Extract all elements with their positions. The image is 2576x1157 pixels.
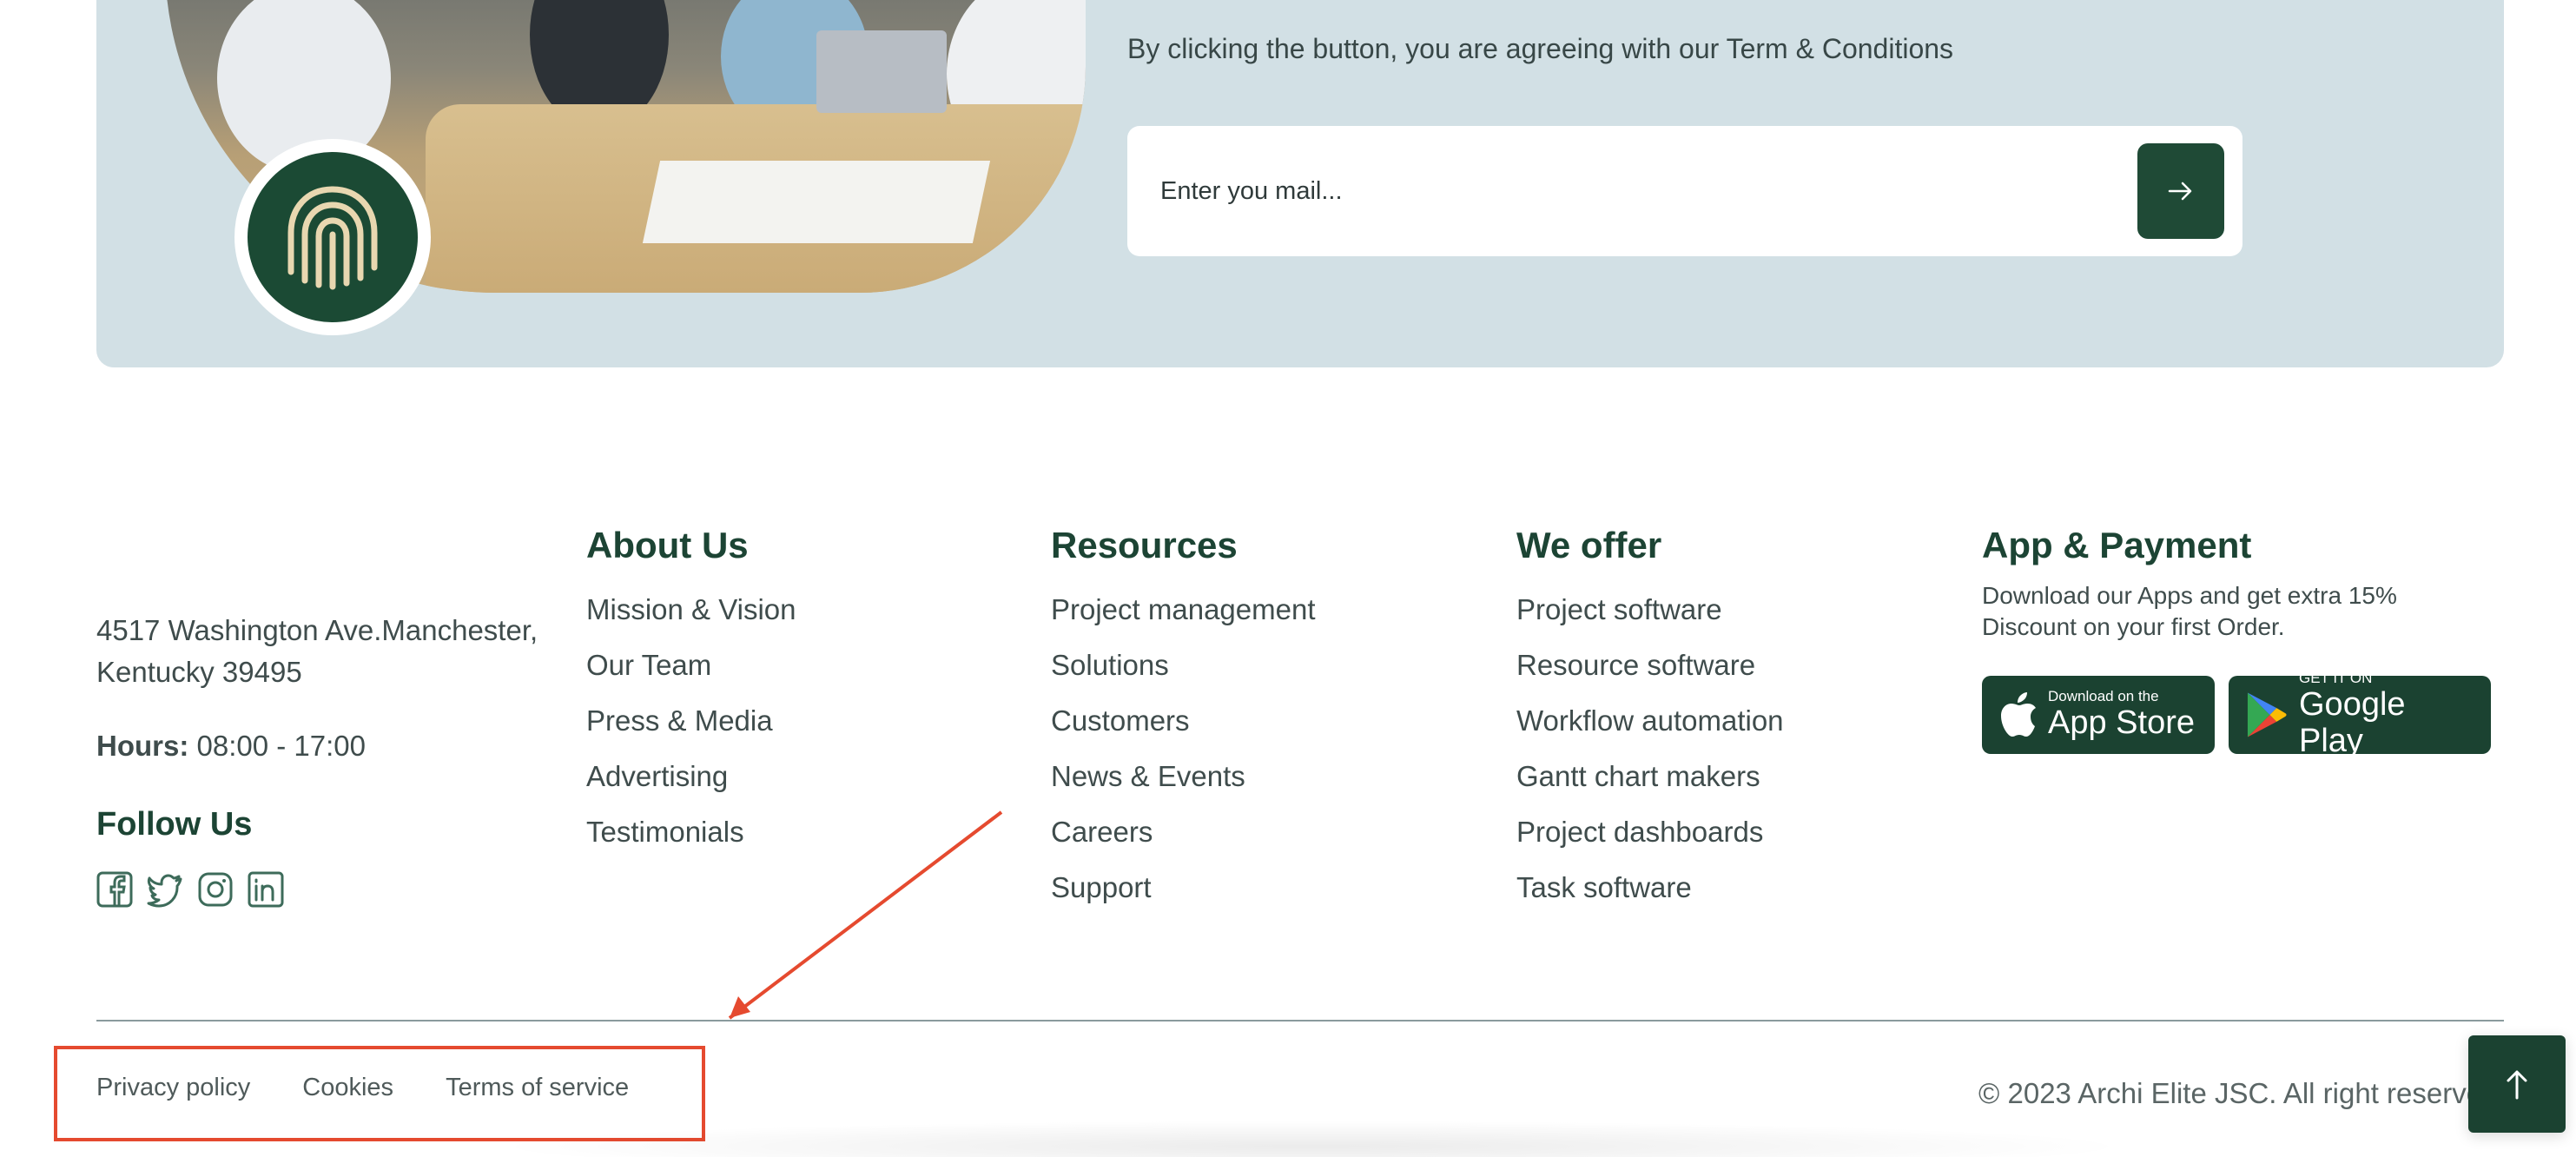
follow-us-title: Follow Us (96, 806, 253, 843)
bottom-shadow (486, 1121, 2137, 1157)
annotation-arrow (728, 810, 1003, 1020)
scroll-to-top-button[interactable] (2468, 1035, 2566, 1133)
facebook-icon[interactable] (96, 871, 133, 908)
footer-brand-area (96, 547, 235, 582)
paper-sheet-shape (642, 161, 991, 243)
footer-column-app: App & Payment Download our Apps and get … (1982, 525, 2491, 759)
footer-link[interactable]: Solutions (1051, 638, 1316, 693)
column-title: We offer (1516, 525, 1662, 565)
brand-logo-badge (234, 139, 431, 335)
footer-link[interactable]: Press & Media (586, 693, 796, 749)
footer-link[interactable]: Resource software (1516, 638, 1784, 693)
hours-label: Hours: (96, 730, 189, 762)
footer-link[interactable]: Careers (1051, 804, 1316, 860)
appstore-big-text: App Store (2048, 704, 2195, 741)
footer-link[interactable]: Customers (1051, 693, 1316, 749)
footer-column-offer: We offer Project software Resource softw… (1516, 525, 1784, 916)
column-title: Resources (1051, 525, 1238, 565)
store-buttons: Download on the App Store GET IT ON Goog… (1982, 671, 2491, 759)
address: 4517 Washington Ave.Manchester, Kentucky… (96, 610, 565, 693)
arrow-up-icon (2507, 1070, 2527, 1100)
fingerprint-logo-icon (248, 152, 418, 322)
arrow-right-icon (2168, 182, 2192, 201)
email-input[interactable] (1160, 161, 2098, 221)
footer-link[interactable]: Workflow automation (1516, 693, 1784, 749)
apple-icon (2001, 692, 2036, 737)
footer-link[interactable]: Project software (1516, 582, 1784, 638)
footer-column-resources: Resources Project management Solutions C… (1051, 525, 1316, 916)
twitter-icon[interactable] (147, 871, 183, 908)
app-store-button[interactable]: Download on the App Store (1982, 676, 2215, 754)
footer-link[interactable]: Support (1051, 860, 1316, 916)
business-hours: Hours: 08:00 - 17:00 (96, 730, 366, 763)
social-links (96, 871, 284, 908)
column-title: App & Payment (1982, 525, 2252, 565)
google-play-button[interactable]: GET IT ON Google Play (2229, 671, 2491, 759)
hours-value: 08:00 - 17:00 (196, 730, 367, 762)
address-line: 4517 Washington Ave.Manchester, (96, 614, 538, 646)
terms-note: By clicking the button, you are agreeing… (1127, 33, 1954, 64)
footer-link[interactable]: Project management (1051, 582, 1316, 638)
instagram-icon[interactable] (197, 871, 234, 908)
footer-link[interactable]: Advertising (586, 749, 796, 804)
app-description: Download our Apps and get extra 15% Disc… (1982, 582, 2397, 640)
footer-link[interactable]: Project dashboards (1516, 804, 1784, 860)
footer-link[interactable]: Mission & Vision (586, 582, 796, 638)
address-line: Kentucky 39495 (96, 656, 302, 688)
linkedin-icon[interactable] (248, 871, 284, 908)
email-subscribe-box (1127, 126, 2242, 256)
appstore-small-text: Download on the (2048, 688, 2159, 704)
subscribe-button[interactable] (2137, 143, 2224, 239)
footer-link[interactable]: Task software (1516, 860, 1784, 916)
footer-link[interactable]: Gantt chart makers (1516, 749, 1784, 804)
googleplay-big-text: Google Play (2299, 686, 2406, 759)
google-play-icon (2247, 692, 2287, 737)
copyright-text: © 2023 Archi Elite JSC. All right reserv… (1978, 1077, 2483, 1109)
laptop-shape (816, 30, 947, 113)
googleplay-small-text: GET IT ON (2299, 670, 2373, 686)
footer-divider (96, 1020, 2504, 1021)
column-title: About Us (586, 525, 749, 565)
footer-link[interactable]: Our Team (586, 638, 796, 693)
footer-link[interactable]: News & Events (1051, 749, 1316, 804)
